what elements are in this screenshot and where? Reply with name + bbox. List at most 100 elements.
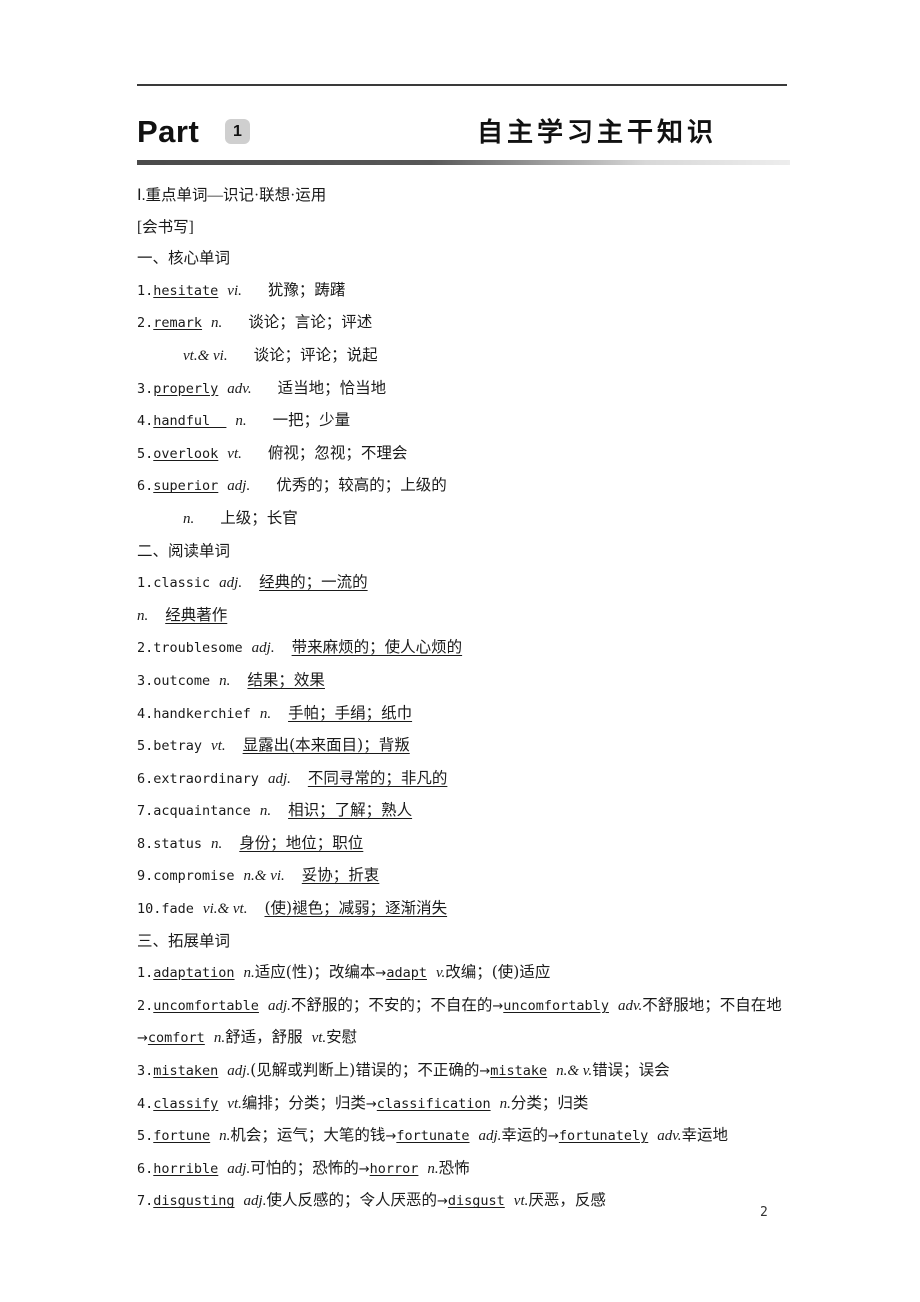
entry-number: 3. — [137, 380, 154, 397]
headword: handful — [153, 413, 227, 430]
reading-word-entry: 7.acquaintance n. 相识；了解；熟人 — [137, 795, 797, 828]
part-of-speech: vi.& vt. — [202, 901, 248, 918]
part-of-speech: adv. — [617, 997, 643, 1014]
definition: 不舒服地；不自在地 — [642, 995, 782, 1014]
part-of-speech: vt. — [211, 738, 226, 755]
headword: comfort — [147, 1030, 205, 1047]
part-label: Part — [137, 114, 200, 149]
reading-word-entry: 9.compromise n.& vi. 妥协；折衷 — [137, 860, 797, 893]
derivation-arrow-icon: → — [547, 1129, 559, 1145]
definition: 俯视；忽视；不理会 — [267, 443, 408, 462]
extended-word-entry: 7.disgusting adj.使人反感的；令人厌恶的→disgust vt.厌恶… — [137, 1185, 797, 1218]
part-of-speech: vt.& vi. — [183, 347, 228, 364]
page-title: 自主学习主干知识 — [476, 118, 717, 148]
entry-number: 6. — [137, 770, 154, 787]
part-of-speech: n. — [235, 413, 247, 430]
top-rule-divider — [137, 84, 787, 86]
headword: troublesome — [153, 640, 243, 657]
extended-word-entry: 2.uncomfortable adj.不舒服的；不安的；不自在的→uncomfo… — [137, 990, 797, 1055]
definition: 犹豫；踌躇 — [267, 280, 346, 299]
definition: 带来麻烦的；使人心烦的 — [291, 638, 463, 657]
extended-word-entry: 3.mistaken adj.(见解或判断上)错误的；不正确的→mistake n.… — [137, 1055, 797, 1088]
part-of-speech: n. — [219, 1128, 231, 1145]
headword: hesitate — [153, 282, 219, 299]
definition: 身份；地位；职位 — [239, 833, 364, 852]
derivation-arrow-icon: → — [492, 998, 504, 1014]
core-words-heading: 一、核心单词 — [137, 249, 231, 268]
entry-number: 7. — [137, 1193, 154, 1210]
entry-number: 1. — [137, 575, 154, 592]
entry-number: 10. — [137, 901, 162, 918]
headword: handkerchief — [153, 705, 251, 722]
core-word-entry: n. 上级；长官 — [137, 503, 797, 536]
headword: overlook — [153, 445, 219, 462]
part-of-speech: vt. — [513, 1193, 529, 1210]
derivation-arrow-icon: → — [436, 1194, 448, 1210]
entry-number: 2. — [137, 640, 154, 657]
part-number-badge: 1 — [225, 119, 250, 144]
definition: 机会；运气；大笔的钱 — [230, 1126, 386, 1145]
headword: disgust — [447, 1193, 505, 1210]
part-of-speech: n. — [211, 315, 223, 332]
headword: uncomfortably — [503, 997, 609, 1014]
roman-section-heading: Ⅰ.重点单词—识记·联想·运用 — [137, 187, 327, 204]
headword: fortunately — [558, 1128, 649, 1145]
part-of-speech: n. — [213, 1030, 226, 1047]
definition: 相识；了解；熟人 — [288, 801, 413, 820]
entry-number: 5. — [137, 1128, 154, 1145]
core-word-entry: 5.overlook vt. 俯视；忽视；不理会 — [137, 438, 797, 471]
bracket-note: [会书写] — [137, 218, 194, 236]
core-word-entry: 3.properly adv. 适当地；恰当地 — [137, 373, 797, 406]
extended-words-heading: 三、拓展单词 — [137, 931, 231, 950]
definition: 谈论；言论；评述 — [248, 313, 373, 332]
headword: fortunate — [396, 1128, 470, 1145]
headword: status — [153, 835, 203, 852]
derivation-arrow-icon: → — [385, 1129, 397, 1145]
definition: 可怕的；恐怖的 — [250, 1158, 359, 1177]
entry-number: 4. — [137, 1095, 154, 1112]
extended-word-entry: 4.classify vt.编排；分类；归类→classification n.分类… — [137, 1088, 797, 1121]
definition: 显露出(本来面目)；背叛 — [242, 736, 410, 755]
part-of-speech: n. — [259, 705, 272, 722]
definition: (见解或判断上)错误的；不正确的 — [250, 1061, 480, 1080]
entry-number: 3. — [137, 1063, 154, 1080]
headword: properly — [153, 380, 219, 397]
headword: classic — [153, 575, 211, 592]
headword: fortune — [153, 1128, 211, 1145]
reading-words-list: 1.classic adj. 经典的；一流的 n. 经典著作 2.troublesome a… — [137, 567, 797, 926]
document-page: Part 1 自主学习主干知识 Ⅰ.重点单词—识记·联想·运用 [会书写] 一、… — [0, 0, 920, 1302]
extended-word-entry: 1.adaptation n.适应(性)；改编本→adapt v.改编；(使)适应 — [137, 957, 797, 990]
entry-number: 2. — [137, 315, 154, 332]
entry-number: 6. — [137, 478, 154, 495]
headword: adaptation — [153, 965, 235, 982]
headword: acquaintance — [153, 803, 251, 820]
reading-word-entry: 10.fade vi.& vt. (使)褪色；减弱；逐渐消失 — [137, 893, 797, 926]
derivation-arrow-icon: → — [375, 966, 387, 982]
part-of-speech: n. — [137, 607, 149, 624]
part-of-speech: vt. — [227, 445, 242, 462]
part-of-speech: vt. — [311, 1030, 327, 1047]
page-header: Part 1 自主学习主干知识 — [137, 112, 792, 160]
definition: 适应(性)；改编本 — [254, 963, 376, 982]
page-content: Ⅰ.重点单词—识记·联想·运用 [会书写] 一、核心单词 1. hesitate v… — [137, 180, 797, 1218]
entry-number: 2. — [137, 997, 154, 1014]
part-of-speech: n.& v. — [556, 1063, 593, 1080]
extended-word-entry: 6.horrible adj.可怕的；恐怖的→horror n.恐怖 — [137, 1153, 797, 1186]
definition: 谈论；评论；说起 — [253, 345, 378, 364]
part-of-speech: adj. — [251, 640, 275, 657]
page-number: 2 — [760, 1205, 768, 1220]
definition: (使)褪色；减弱；逐渐消失 — [264, 899, 448, 918]
part-of-speech: adj. — [478, 1128, 502, 1145]
definition: 恐怖 — [438, 1158, 470, 1177]
definition: 编排；分类；归类 — [241, 1093, 366, 1112]
definition: 错误；误会 — [592, 1061, 670, 1080]
part-of-speech: adj. — [267, 770, 291, 787]
headword: horrible — [153, 1160, 219, 1177]
part-of-speech: adv. — [657, 1128, 682, 1145]
definition: 手帕；手绢；纸巾 — [288, 703, 413, 722]
reading-word-entry: 2.troublesome adj. 带来麻烦的；使人心烦的 — [137, 632, 797, 665]
reading-word-entry: 4.handkerchief n. 手帕；手绢；纸巾 — [137, 698, 797, 731]
reading-word-entry: 8.status n. 身份；地位；职位 — [137, 828, 797, 861]
entry-number: 1. — [137, 965, 154, 982]
reading-word-entry: 6.extraordinary adj. 不同寻常的；非凡的 — [137, 763, 797, 796]
